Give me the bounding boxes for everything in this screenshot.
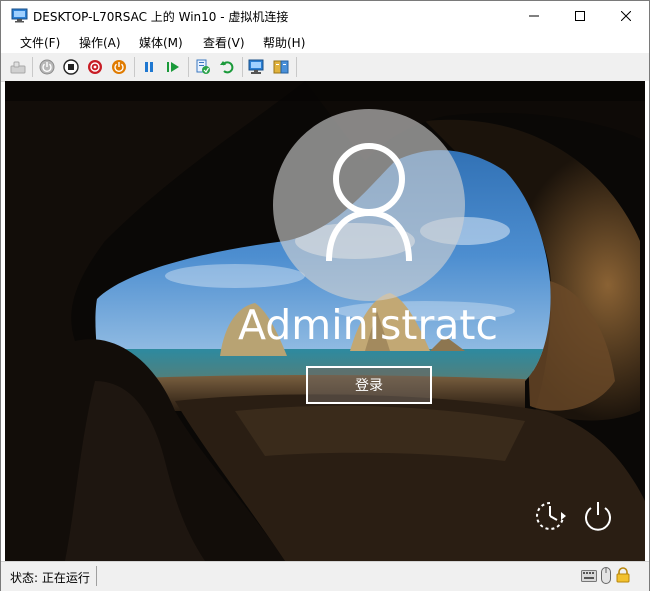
mouse-icon (601, 567, 611, 587)
menu-file[interactable]: 文件(F) (20, 34, 60, 51)
status-bar: 状态: 正在运行 (1, 561, 649, 591)
start-icon[interactable] (38, 58, 56, 76)
window-title: DESKTOP-L70RSAC 上的 Win10 - 虚拟机连接 (33, 10, 289, 24)
sign-in-button[interactable]: 登录 (306, 366, 432, 404)
keyboard-icon (581, 570, 597, 585)
vm-connection-app-icon (11, 8, 28, 23)
save-icon[interactable] (110, 58, 128, 76)
menu-media[interactable]: 媒体(M) (139, 34, 183, 51)
resume-icon[interactable] (164, 58, 182, 76)
menu-bar: 文件(F) 操作(A) 媒体(M) 查看(V) 帮助(H) (1, 31, 649, 53)
user-icon (326, 143, 412, 262)
ctrl-alt-del-icon[interactable] (9, 58, 27, 76)
power-icon[interactable] (581, 499, 615, 533)
status-text: 状态: 正在运行 (10, 571, 90, 585)
lock-icon (616, 567, 630, 586)
vm-connection-window: DESKTOP-L70RSAC 上的 Win10 - 虚拟机连接 文件(F) 操… (0, 0, 650, 591)
menu-view[interactable]: 查看(V) (203, 34, 245, 51)
close-button[interactable] (603, 1, 649, 31)
window-edge (645, 81, 649, 561)
accessibility-icon[interactable] (533, 499, 567, 533)
turn-off-icon[interactable] (62, 58, 80, 76)
menu-action[interactable]: 操作(A) (79, 34, 121, 51)
revert-icon[interactable] (218, 58, 236, 76)
username-label: Administratc (237, 301, 499, 349)
shut-down-icon[interactable] (86, 58, 104, 76)
maximize-button[interactable] (557, 1, 603, 31)
user-avatar (273, 109, 465, 301)
vm-screen[interactable]: Administratc 登录 (5, 81, 645, 561)
minimize-button[interactable] (511, 1, 557, 31)
enhanced-session-icon[interactable] (248, 58, 266, 76)
checkpoint-icon[interactable] (194, 58, 212, 76)
status-divider (96, 566, 97, 586)
title-bar[interactable]: DESKTOP-L70RSAC 上的 Win10 - 虚拟机连接 (1, 1, 649, 31)
menu-help[interactable]: 帮助(H) (263, 34, 305, 51)
pause-icon[interactable] (140, 58, 158, 76)
share-icon[interactable] (272, 58, 290, 76)
toolbar (1, 53, 649, 82)
